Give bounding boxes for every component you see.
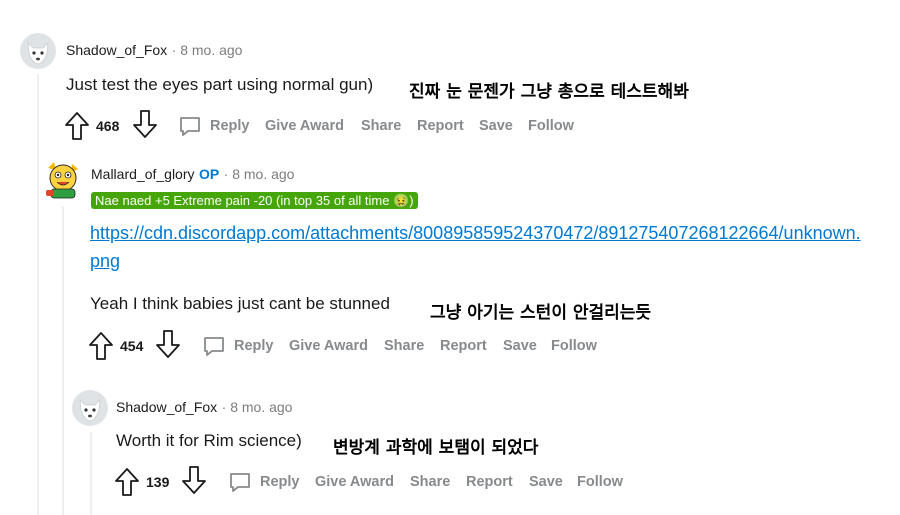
thread-line-level-1[interactable] — [37, 74, 39, 515]
share-button[interactable]: Share — [384, 338, 424, 354]
report-button[interactable]: Report — [440, 338, 487, 354]
follow-button[interactable]: Follow — [551, 338, 597, 354]
attachment-link[interactable]: https://cdn.discordapp.com/attachments/8… — [90, 223, 861, 243]
downvote-arrow-icon — [156, 330, 180, 358]
reply-label: Reply — [260, 474, 300, 490]
save-button[interactable]: Save — [503, 338, 537, 354]
downvote-arrow-icon — [182, 466, 206, 494]
user-flair: Nae naed +5 Extreme pain -20 (in top 35 … — [91, 192, 418, 209]
upvote-button[interactable] — [88, 331, 114, 361]
comment-body: Just test the eyes part using normal gun… — [66, 75, 374, 94]
cartoon-avatar[interactable] — [42, 160, 82, 200]
save-button[interactable]: Save — [529, 474, 563, 490]
follow-button[interactable]: Follow — [528, 118, 574, 134]
comment-author[interactable]: Shadow_of_Fox — [66, 42, 167, 58]
downvote-button[interactable] — [155, 329, 181, 359]
comment-author[interactable]: Mallard_of_glory — [91, 166, 195, 182]
give-award-button[interactable]: Give Award — [265, 118, 344, 134]
share-button[interactable]: Share — [410, 474, 450, 490]
follow-button[interactable]: Follow — [577, 474, 623, 490]
give-award-button[interactable]: Give Award — [289, 338, 368, 354]
reply-button[interactable]: Reply — [228, 470, 300, 494]
upvote-button[interactable] — [114, 467, 140, 497]
comment-body: Worth it for Rim science) — [116, 431, 302, 450]
score-count: 468 — [96, 118, 120, 134]
thread-line-level-3[interactable] — [90, 432, 92, 515]
comment-timestamp[interactable]: · 8 mo. ago — [224, 166, 295, 182]
report-button[interactable]: Report — [466, 474, 513, 490]
upvote-arrow-icon — [115, 468, 139, 496]
comment-timestamp[interactable]: · 8 mo. ago — [222, 399, 293, 415]
upvote-arrow-icon — [89, 332, 113, 360]
share-button[interactable]: Share — [361, 118, 401, 134]
comment-annotation: 그냥 아기는 스턴이 안걸리는듯 — [430, 303, 652, 323]
comment-annotation: 변방계 과학에 보탬이 되었다 — [333, 438, 539, 458]
upvote-arrow-icon — [65, 112, 89, 140]
report-button[interactable]: Report — [417, 118, 464, 134]
downvote-button[interactable] — [132, 109, 158, 139]
give-award-button[interactable]: Give Award — [315, 474, 394, 490]
wolf-avatar[interactable] — [72, 390, 108, 426]
comment-timestamp[interactable]: · 8 mo. ago — [172, 42, 243, 58]
reply-label: Reply — [210, 118, 250, 134]
save-button[interactable]: Save — [479, 118, 513, 134]
comment-author[interactable]: Shadow_of_Fox — [116, 399, 217, 415]
comment-body: Yeah I think babies just cant be stunned — [90, 294, 390, 313]
op-badge: OP — [198, 166, 220, 182]
score-count: 139 — [146, 474, 170, 490]
upvote-button[interactable] — [64, 111, 90, 141]
reply-button[interactable]: Reply — [178, 114, 250, 138]
downvote-arrow-icon — [133, 110, 157, 138]
score-count: 454 — [120, 338, 144, 354]
chat-bubble-icon — [204, 337, 224, 356]
attachment-link-continued[interactable]: png — [90, 251, 120, 271]
wolf-avatar[interactable] — [20, 33, 56, 69]
chat-bubble-icon — [230, 473, 250, 492]
reply-label: Reply — [234, 338, 274, 354]
comment-annotation: 진짜 눈 문젠가 그냥 총으로 테스트해봐 — [409, 82, 689, 102]
thread-line-level-2[interactable] — [62, 206, 64, 515]
downvote-button[interactable] — [181, 465, 207, 495]
chat-bubble-icon — [180, 117, 200, 136]
reply-button[interactable]: Reply — [202, 334, 274, 358]
